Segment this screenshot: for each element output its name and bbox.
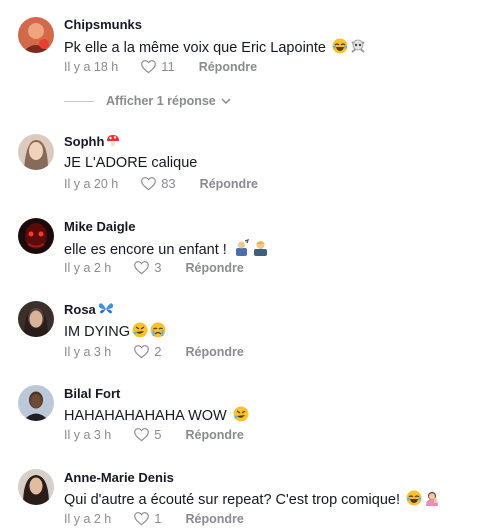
avatar[interactable] bbox=[18, 218, 54, 254]
heart-outline-icon bbox=[134, 345, 150, 359]
crying-face-icon bbox=[150, 322, 166, 342]
comment-time: Il y a 18 h bbox=[64, 59, 119, 74]
laughing-emoji-icon bbox=[406, 490, 422, 510]
person-icon bbox=[233, 238, 250, 260]
view-replies-label: Afficher 1 réponse bbox=[106, 94, 216, 108]
avatar[interactable] bbox=[18, 17, 54, 53]
comment-username[interactable]: Mike Daigle bbox=[64, 219, 136, 234]
heart-outline-icon bbox=[141, 60, 157, 74]
comment-time: Il y a 3 h bbox=[64, 427, 112, 442]
like-button[interactable]: 3 bbox=[133, 260, 161, 275]
chevron-down-icon bbox=[221, 97, 231, 104]
heart-outline-icon bbox=[134, 428, 150, 442]
rolling-laughing-icon bbox=[233, 406, 249, 426]
comment-username[interactable]: Sophh bbox=[64, 134, 120, 151]
comment-meta: Il y a 20 h 83 Répondre bbox=[64, 176, 258, 191]
comment-meta: Il y a 18 h 11 Répondre bbox=[64, 59, 257, 74]
comment-meta: Il y a 2 h 3 Répondre bbox=[64, 260, 244, 275]
reply-button[interactable]: Répondre bbox=[200, 177, 258, 191]
like-count: 1 bbox=[154, 511, 162, 526]
person-icon bbox=[424, 490, 440, 510]
mushroom-icon bbox=[106, 134, 120, 151]
comment-text-content: HAHAHAHAHAHA WOW bbox=[64, 408, 227, 424]
avatar[interactable] bbox=[18, 385, 54, 421]
comment-username[interactable]: Bilal Fort bbox=[64, 386, 120, 401]
comment-text: elle es encore un enfant ! bbox=[64, 238, 269, 260]
like-count: 3 bbox=[154, 260, 162, 275]
view-replies-button[interactable]: Afficher 1 réponse bbox=[64, 94, 231, 108]
comment-username[interactable]: Anne-Marie Denis bbox=[64, 470, 174, 485]
like-button[interactable]: 1 bbox=[133, 511, 161, 526]
comment-text: Qui d'autre a écouté sur repeat? C'est t… bbox=[64, 490, 440, 510]
comment-text-content: Pk elle a la même voix que Eric Lapointe bbox=[64, 40, 326, 56]
skull-crossbones-icon bbox=[350, 38, 366, 58]
avatar[interactable] bbox=[18, 134, 54, 170]
comment-time: Il y a 2 h bbox=[64, 260, 112, 275]
laughing-emoji-icon bbox=[332, 38, 348, 58]
comment-text-content: Qui d'autre a écouté sur repeat? C'est t… bbox=[64, 492, 400, 508]
comment-time: Il y a 3 h bbox=[64, 344, 112, 359]
comment-meta: Il y a 3 h 5 Répondre bbox=[64, 427, 244, 442]
reply-button[interactable]: Répondre bbox=[185, 512, 243, 526]
like-button[interactable]: 11 bbox=[140, 59, 175, 74]
comment-text: Pk elle a la même voix que Eric Lapointe bbox=[64, 38, 366, 58]
like-button[interactable]: 2 bbox=[133, 344, 161, 359]
like-count: 2 bbox=[154, 344, 162, 359]
heart-outline-icon bbox=[134, 512, 150, 526]
person-icon bbox=[252, 239, 269, 260]
comment-text: JE L'ADORE calique bbox=[64, 155, 198, 171]
butterfly-icon bbox=[98, 302, 114, 319]
comment-username[interactable]: Rosa bbox=[64, 302, 114, 319]
avatar[interactable] bbox=[18, 301, 54, 337]
reply-button[interactable]: Répondre bbox=[185, 428, 243, 442]
like-button[interactable]: 83 bbox=[140, 176, 176, 191]
comment-text-content: IM DYING bbox=[64, 324, 131, 340]
reply-button[interactable]: Répondre bbox=[185, 345, 243, 359]
comment-time: Il y a 2 h bbox=[64, 511, 112, 526]
like-count: 83 bbox=[161, 176, 176, 191]
comment-text-content: elle es encore un enfant ! bbox=[64, 242, 227, 258]
reply-button[interactable]: Répondre bbox=[199, 60, 257, 74]
comment-text: IM DYING bbox=[64, 322, 166, 342]
username-text: Rosa bbox=[64, 302, 96, 317]
like-button[interactable]: 5 bbox=[133, 427, 161, 442]
like-count: 5 bbox=[154, 427, 162, 442]
heart-outline-icon bbox=[134, 261, 150, 275]
comment-time: Il y a 20 h bbox=[64, 176, 119, 191]
like-count: 11 bbox=[161, 59, 175, 74]
comment-meta: Il y a 2 h 1 Répondre bbox=[64, 511, 244, 526]
username-text: Sophh bbox=[64, 134, 105, 149]
comment-username[interactable]: Chipsmunks bbox=[64, 17, 142, 32]
comment-meta: Il y a 3 h 2 Répondre bbox=[64, 344, 244, 359]
heart-outline-icon bbox=[141, 177, 157, 191]
rolling-laughing-icon bbox=[132, 322, 148, 342]
divider bbox=[64, 100, 94, 102]
avatar[interactable] bbox=[18, 469, 54, 505]
comment-text: HAHAHAHAHAHA WOW bbox=[64, 406, 249, 426]
reply-button[interactable]: Répondre bbox=[185, 261, 243, 275]
